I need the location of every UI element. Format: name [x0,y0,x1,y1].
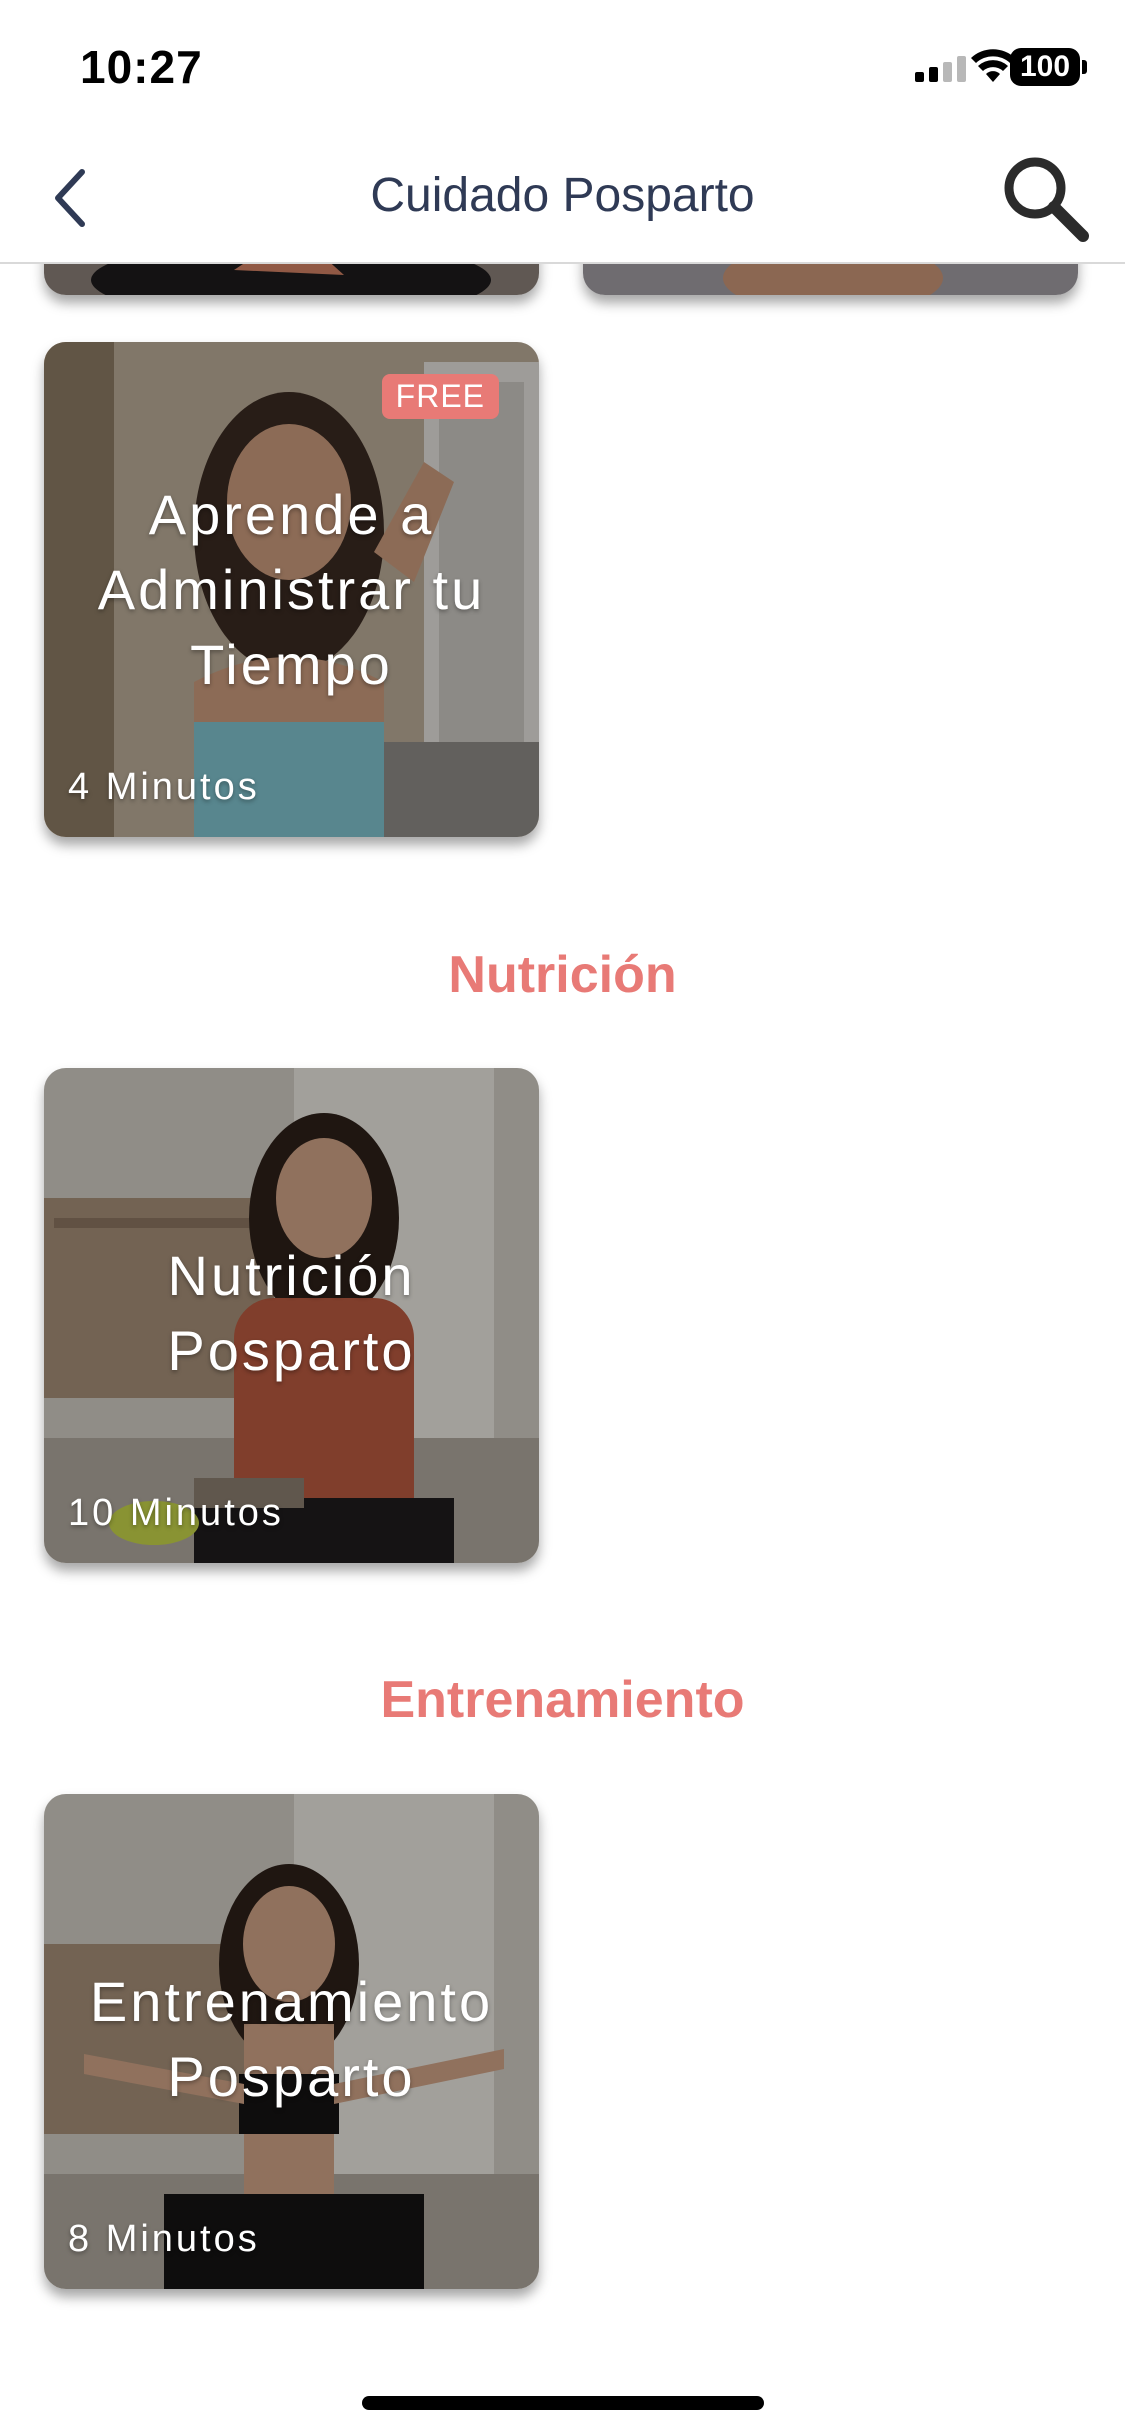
card-duration: 4 Minutos [68,766,260,808]
status-bar: 10:27 100 [0,0,1125,130]
card-duration: 10 Minutos [68,1492,284,1534]
navigation-bar: Cuidado Posparto [0,130,1125,264]
card-title: Entrenamiento Posparto [89,1970,494,2108]
search-button[interactable] [995,148,1095,248]
status-time: 10:27 [80,41,203,93]
free-badge: FREE [381,374,499,419]
video-card-nutrition[interactable]: Nutrición Posparto 10 Minutos [44,1068,539,1563]
section-title-entrenamiento: Entrenamiento [380,1671,745,1729]
card-title: Aprende a Administrar tu Tiempo [97,483,486,696]
section-title-nutricion: Nutrición [448,946,677,1004]
card-duration: 8 Minutos [68,2218,260,2260]
video-card-time-management[interactable]: FREE Aprende a Administrar tu Tiempo 4 M… [44,342,539,837]
battery-indicator: 100 [1010,48,1080,86]
content-scroll[interactable]: FREE Aprende a Administrar tu Tiempo 4 M… [0,0,1125,2436]
search-icon [1004,157,1089,242]
battery-level: 100 [1019,50,1071,83]
card-title: Nutrición Posparto [167,1244,416,1382]
cellular-signal-icon [915,56,966,82]
battery-tip [1082,60,1087,74]
home-indicator[interactable] [362,2396,764,2410]
page-title: Cuidado Posparto [370,169,755,222]
video-card-training[interactable]: Entrenamiento Posparto 8 Minutos [44,1794,539,2289]
